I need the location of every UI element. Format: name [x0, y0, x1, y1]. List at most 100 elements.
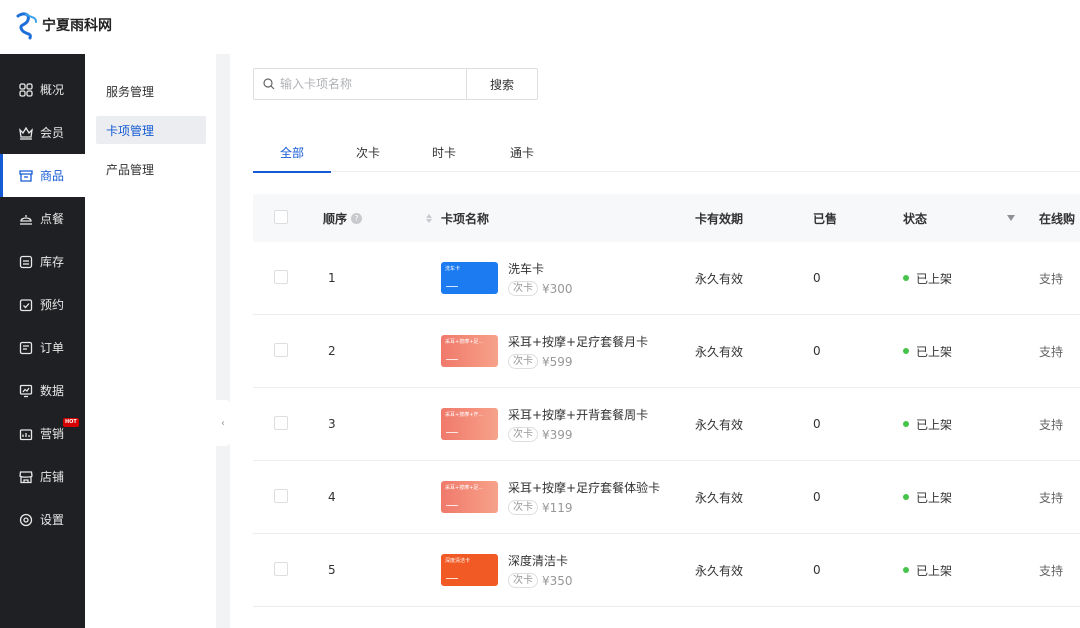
select-all-checkbox[interactable]	[274, 209, 288, 224]
card-thumbnail: 采耳+按摩+足...	[441, 335, 498, 367]
header-validity: 卡有效期	[695, 211, 744, 226]
card-price: ¥119	[542, 500, 573, 515]
nav-item-label: 订单	[40, 341, 65, 355]
card-cell[interactable]: 采耳+按摩+足... 采耳+按摩+足疗套餐体验卡 次卡 ¥119	[441, 479, 695, 515]
header-status: 状态	[903, 210, 1039, 227]
row-sold: 0	[813, 490, 821, 504]
row-checkbox[interactable]	[274, 342, 288, 357]
subnav-item-services[interactable]: 服务管理	[96, 77, 206, 105]
nav-item-marketing[interactable]: 营销 HOT	[0, 412, 85, 455]
card-name: 采耳+按摩+足疗套餐体验卡	[508, 481, 661, 495]
collapse-sidebar-button[interactable]: ‹	[216, 400, 230, 446]
card-name: 洗车卡	[508, 262, 545, 276]
search-button[interactable]: 搜索	[467, 68, 538, 100]
nav-item-label: 点餐	[40, 212, 65, 226]
nav-item-booking[interactable]: 预约	[0, 283, 85, 326]
cards-table: 顺序 ? 卡项名称 卡有效期 已售 状态 在线购 1 洗车卡 洗车卡 次卡 ¥30…	[253, 194, 1080, 607]
card-type-tag: 次卡	[508, 281, 538, 296]
card-cell[interactable]: 深度清洁卡 深度清洁卡 次卡 ¥350	[441, 552, 695, 588]
status-dot	[903, 494, 909, 500]
card-name: 采耳+按摩+开背套餐周卡	[508, 408, 649, 422]
row-online: 支持	[1039, 490, 1064, 505]
logo-icon	[16, 12, 37, 40]
order-icon	[18, 340, 34, 356]
header-order-label: 顺序	[323, 211, 348, 226]
card-thumbnail: 采耳+按摩+足...	[441, 481, 498, 513]
card-price: ¥399	[542, 427, 573, 442]
card-price: ¥300	[542, 281, 573, 296]
nav-item-inventory[interactable]: 库存	[0, 240, 85, 283]
card-cell[interactable]: 洗车卡 洗车卡 次卡 ¥300	[441, 260, 695, 296]
card-cell[interactable]: 采耳+按摩+足... 采耳+按摩+足疗套餐月卡 次卡 ¥599	[441, 333, 695, 369]
overview-icon	[18, 82, 34, 98]
card-type-tag: 次卡	[508, 573, 538, 588]
filter-icon[interactable]	[1007, 215, 1016, 221]
store-icon	[18, 469, 34, 485]
tab-count-card[interactable]: 次卡	[331, 133, 405, 172]
top-bar: 宁夏雨科网	[0, 0, 1080, 54]
inventory-icon	[18, 254, 34, 270]
help-icon[interactable]: ?	[351, 212, 363, 224]
row-validity: 永久有效	[695, 344, 744, 359]
table-row: 5 深度清洁卡 深度清洁卡 次卡 ¥350 永久有效 0 已上架 支持	[253, 534, 1080, 607]
table-header: 顺序 ? 卡项名称 卡有效期 已售 状态 在线购	[253, 194, 1080, 242]
nav-item-label: 会员	[40, 126, 65, 140]
row-order: 3	[328, 417, 336, 431]
thumbnail-text: 采耳+按摩+足...	[445, 485, 484, 491]
thumbnail-text: 采耳+按摩+足...	[445, 339, 484, 345]
thumbnail-text: 深度清洁卡	[445, 558, 471, 564]
card-type-tag: 次卡	[508, 354, 538, 369]
card-thumbnail: 洗车卡	[441, 262, 498, 294]
nav-item-label: 概况	[40, 83, 65, 97]
row-online: 支持	[1039, 271, 1064, 286]
card-thumbnail: 深度清洁卡	[441, 554, 498, 586]
subnav-item-products[interactable]: 产品管理	[96, 155, 206, 183]
card-type-tabs: 全部 次卡 时卡 通卡	[253, 133, 1080, 173]
status-dot	[903, 567, 909, 573]
row-validity: 永久有效	[695, 271, 744, 286]
row-order: 2	[328, 344, 336, 358]
thumbnail-text: 洗车卡	[445, 266, 461, 272]
table-row: 1 洗车卡 洗车卡 次卡 ¥300 永久有效 0 已上架 支持	[253, 242, 1080, 315]
row-order: 4	[328, 490, 336, 504]
nav-item-settings[interactable]: 设置	[0, 498, 85, 541]
shop-icon	[18, 168, 34, 184]
table-row: 3 采耳+按摩+开... 采耳+按摩+开背套餐周卡 次卡 ¥399 永久有效 0 …	[253, 388, 1080, 461]
row-sold: 0	[813, 417, 821, 431]
card-cell[interactable]: 采耳+按摩+开... 采耳+按摩+开背套餐周卡 次卡 ¥399	[441, 406, 695, 442]
sort-icon[interactable]	[426, 213, 433, 223]
search-box[interactable]	[253, 68, 467, 100]
row-checkbox[interactable]	[274, 415, 288, 430]
header-online: 在线购	[1039, 211, 1076, 226]
row-online: 支持	[1039, 344, 1064, 359]
nav-item-products[interactable]: 商品	[0, 154, 85, 197]
gutter	[216, 54, 230, 628]
nav-item-orders[interactable]: 订单	[0, 326, 85, 369]
nav-item-ordering[interactable]: 点餐	[0, 197, 85, 240]
main-content: 搜索 全部 次卡 时卡 通卡 顺序 ? 卡项名称 卡有效期 已售 状态 在线购	[230, 54, 1080, 628]
row-checkbox[interactable]	[274, 269, 288, 284]
row-checkbox[interactable]	[274, 561, 288, 576]
row-status: 已上架	[916, 417, 953, 432]
tab-universal-card[interactable]: 通卡	[483, 133, 561, 172]
tab-time-card[interactable]: 时卡	[405, 133, 483, 172]
nav-item-overview[interactable]: 概况	[0, 68, 85, 111]
search-input[interactable]	[280, 77, 460, 91]
table-row: 4 采耳+按摩+足... 采耳+按摩+足疗套餐体验卡 次卡 ¥119 永久有效 0…	[253, 461, 1080, 534]
nav-item-label: 设置	[40, 513, 65, 527]
status-dot	[903, 421, 909, 427]
search-bar: 搜索	[253, 68, 538, 100]
row-online: 支持	[1039, 563, 1064, 578]
search-icon	[263, 78, 275, 90]
subnav-item-cards[interactable]: 卡项管理	[96, 116, 206, 144]
card-type-tag: 次卡	[508, 427, 538, 442]
brand-logo[interactable]: 宁夏雨科网	[14, 10, 112, 40]
chart-icon	[18, 383, 34, 399]
nav-item-store[interactable]: 店铺	[0, 455, 85, 498]
nav-item-members[interactable]: 会员	[0, 111, 85, 154]
nav-item-label: 数据	[40, 384, 65, 398]
nav-item-data[interactable]: 数据	[0, 369, 85, 412]
row-validity: 永久有效	[695, 563, 744, 578]
row-checkbox[interactable]	[274, 488, 288, 503]
tab-all[interactable]: 全部	[253, 133, 332, 173]
